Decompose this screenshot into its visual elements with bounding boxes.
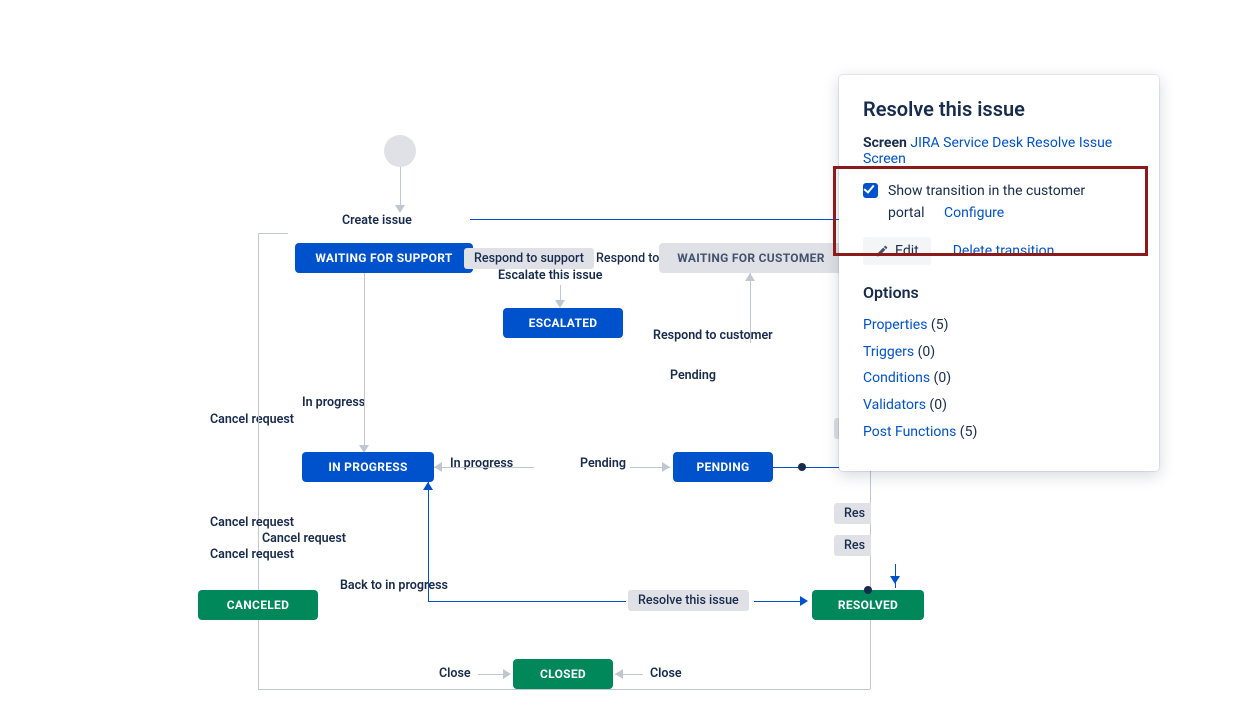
edit-button[interactable]: Edit xyxy=(863,237,931,265)
transition-resolve-pill[interactable]: Resolve this issue xyxy=(628,590,749,611)
show-in-portal-checkbox[interactable] xyxy=(863,183,878,198)
transition-pending-h: Pending xyxy=(580,456,626,471)
pencil-icon xyxy=(875,244,889,258)
status-closed[interactable]: CLOSED xyxy=(513,659,613,689)
show-in-portal-text-2: portal xyxy=(888,205,925,221)
options-heading: Options xyxy=(863,283,1135,302)
status-resolved[interactable]: RESOLVED xyxy=(812,590,924,620)
transition-resolve-peek-3: Res xyxy=(834,535,871,556)
option-validators[interactable]: Validators xyxy=(863,397,926,413)
transition-create-issue: Create issue xyxy=(342,213,412,228)
status-waiting-for-customer[interactable]: WAITING FOR CUSTOMER xyxy=(659,243,843,273)
transition-cancel-2: Cancel request xyxy=(210,515,294,530)
show-in-portal-text-1: Show transition in the customer xyxy=(888,181,1085,201)
delete-transition-link[interactable]: Delete transition xyxy=(953,243,1055,259)
transition-details-panel: Resolve this issue Screen JIRA Service D… xyxy=(839,75,1159,471)
options-list: Properties (5) Triggers (0) Conditions (… xyxy=(863,312,1135,445)
option-post-functions[interactable]: Post Functions xyxy=(863,424,956,440)
transition-pending-top: Pending xyxy=(670,368,716,383)
status-waiting-for-support[interactable]: WAITING FOR SUPPORT xyxy=(295,243,473,273)
transition-close-right: Close xyxy=(650,666,682,681)
transition-cancel-4: Cancel request xyxy=(210,547,294,562)
transition-cancel-3: Cancel request xyxy=(262,531,346,546)
transition-close-left: Close xyxy=(439,666,471,681)
status-escalated[interactable]: ESCALATED xyxy=(503,308,623,338)
option-triggers[interactable]: Triggers xyxy=(863,344,914,360)
option-properties[interactable]: Properties xyxy=(863,317,927,333)
configure-link[interactable]: Configure xyxy=(944,205,1004,221)
transition-cancel-1: Cancel request xyxy=(210,412,294,427)
transition-resolve-peek-2: Res xyxy=(834,503,871,524)
transition-in-progress-h: In progress xyxy=(450,456,513,471)
panel-title: Resolve this issue xyxy=(863,97,1135,121)
option-conditions[interactable]: Conditions xyxy=(863,370,930,386)
transition-escalate: Escalate this issue xyxy=(498,268,602,283)
start-node[interactable] xyxy=(384,135,416,167)
edit-button-label: Edit xyxy=(895,243,919,259)
transition-respond-to-support[interactable]: Respond to support xyxy=(464,248,594,269)
status-pending[interactable]: PENDING xyxy=(673,452,773,482)
status-in-progress[interactable]: IN PROGRESS xyxy=(302,452,434,482)
transition-respond-to-customer-2: Respond to customer xyxy=(653,328,773,343)
transition-in-progress-v: In progress xyxy=(302,395,365,410)
screen-row: Screen JIRA Service Desk Resolve Issue S… xyxy=(863,135,1135,167)
transition-back-to-inprogress: Back to in progress xyxy=(340,578,448,593)
status-canceled[interactable]: CANCELED xyxy=(198,590,318,620)
